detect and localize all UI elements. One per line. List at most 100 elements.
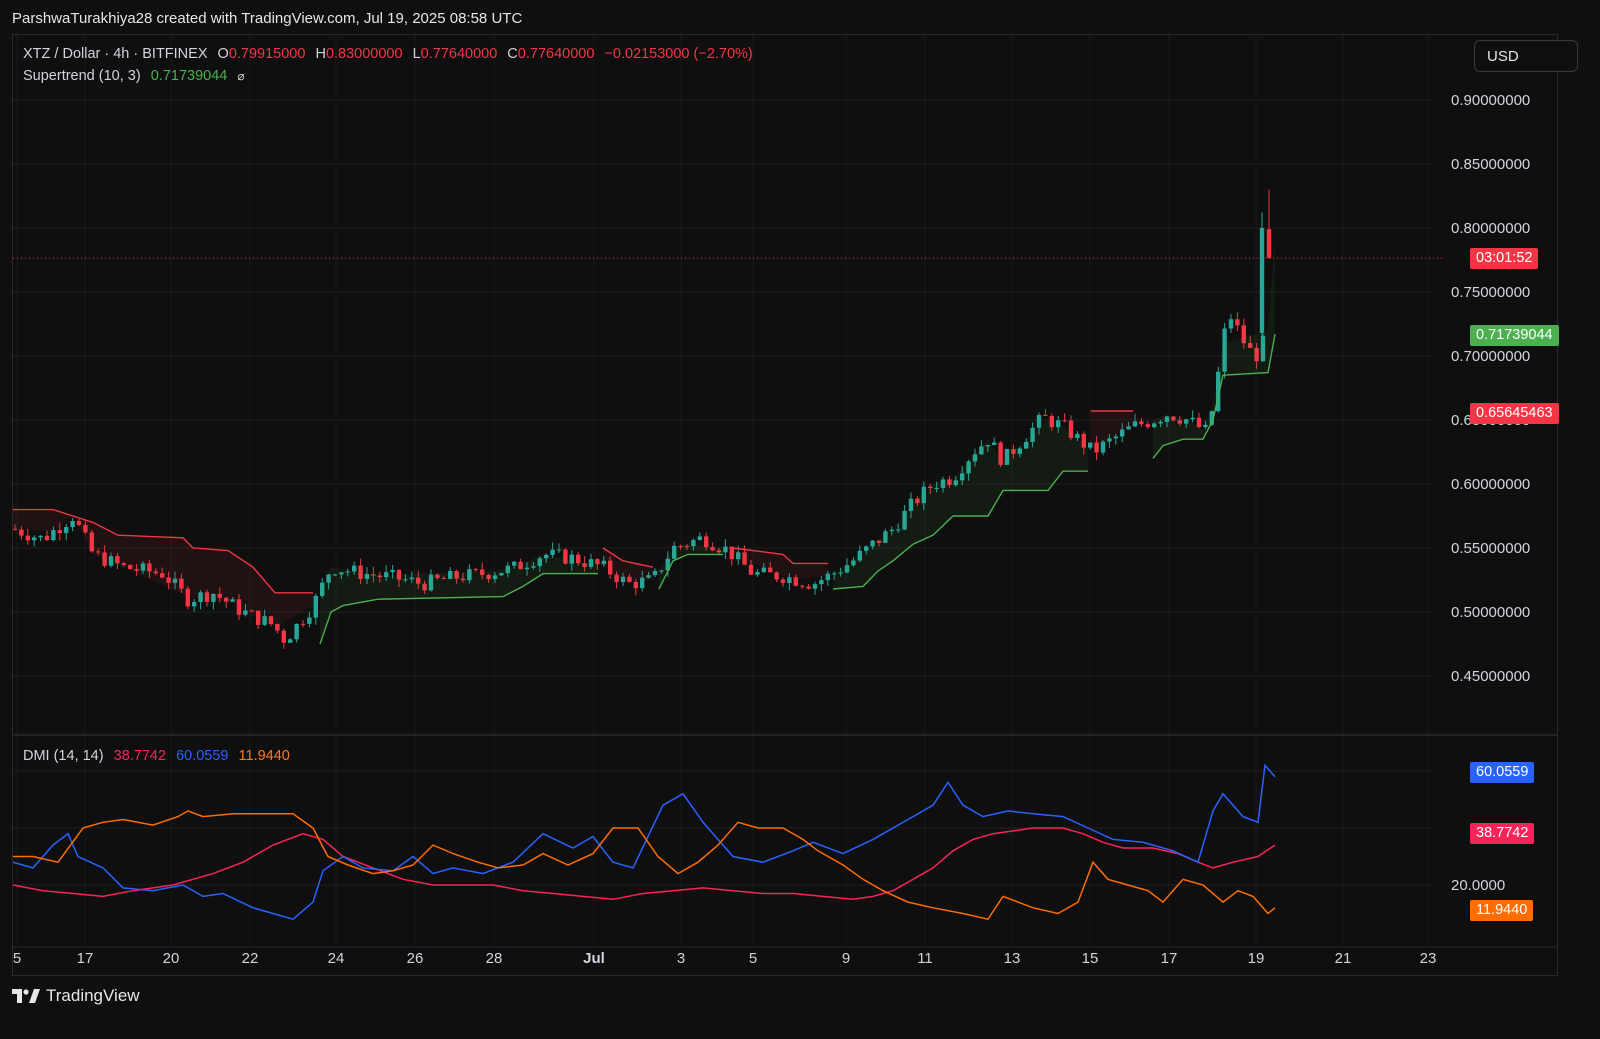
- hide-indicator-icon[interactable]: ⌀: [237, 69, 244, 83]
- dmi-y-tick-label: 20.0000: [1451, 877, 1505, 894]
- chart-panel[interactable]: 0.90000000 0.85000000 0.80000000 0.75000000…: [12, 34, 1558, 976]
- x-tick-label: 20: [163, 950, 180, 967]
- candle-body[interactable]: [595, 559, 600, 565]
- candle-body[interactable]: [697, 536, 702, 540]
- low-label: L: [412, 46, 421, 62]
- high-label: H: [315, 46, 326, 62]
- candle-body[interactable]: [19, 529, 24, 536]
- candle-body[interactable]: [633, 581, 638, 589]
- tradingview-logo[interactable]: TradingView: [12, 986, 140, 1006]
- candle-body[interactable]: [192, 601, 197, 607]
- x-tick-label: 15: [1082, 950, 1099, 967]
- candle-body[interactable]: [57, 530, 62, 534]
- candle-body[interactable]: [512, 561, 517, 566]
- candle-body[interactable]: [755, 571, 760, 575]
- candle-body[interactable]: [723, 546, 728, 553]
- candle-body[interactable]: [307, 617, 312, 624]
- candle-body[interactable]: [1132, 421, 1138, 427]
- candle-body[interactable]: [70, 521, 75, 528]
- candle-body[interactable]: [1139, 421, 1144, 425]
- x-tick-label: Jul: [583, 950, 605, 967]
- supertrend-price-tag: 0.71739044: [1470, 325, 1559, 346]
- dmi-plus-di-value: 60.0559: [176, 748, 229, 764]
- y-tick-label: 0.60000000: [1451, 476, 1530, 493]
- chart-canvas[interactable]: 0.90000000 0.85000000 0.80000000 0.75000000…: [13, 35, 1557, 975]
- plus-di-tag: 60.0559: [1470, 762, 1535, 783]
- currency-button[interactable]: USD: [1474, 40, 1578, 72]
- candle-body[interactable]: [1196, 417, 1202, 428]
- candle-body[interactable]: [1259, 228, 1265, 333]
- candle-body[interactable]: [1036, 414, 1042, 428]
- candle-body[interactable]: [281, 630, 286, 643]
- x-tick-label: 19: [1248, 950, 1265, 967]
- adx-line[interactable]: [13, 827, 1276, 901]
- dmi-pane[interactable]: [13, 763, 1433, 921]
- candle-body[interactable]: [1190, 417, 1195, 420]
- candle-body[interactable]: [390, 569, 395, 573]
- candle-body[interactable]: [352, 565, 357, 572]
- dmi-minus-di-value: 11.9440: [238, 748, 290, 764]
- close-label: C: [507, 46, 518, 62]
- candle-body[interactable]: [748, 564, 754, 575]
- y-tick-label: 0.45000000: [1451, 668, 1530, 685]
- close-value: 0.77640000: [517, 46, 595, 62]
- y-tick-label: 0.50000000: [1451, 604, 1530, 621]
- candle-body[interactable]: [1145, 424, 1150, 428]
- tradingview-logo-icon: [12, 989, 40, 1003]
- supertrend-legend[interactable]: Supertrend (10, 3) 0.71739044 ⌀: [23, 68, 251, 84]
- supertrend-up-fill: [833, 419, 1088, 589]
- x-tick-label: 5: [13, 950, 21, 967]
- countdown-tag: 03:01:52: [1470, 248, 1539, 269]
- y-tick-label: 0.85000000: [1451, 156, 1530, 173]
- dmi-legend[interactable]: DMI (14, 14) 38.7742 60.0559 11.9440: [23, 748, 296, 764]
- candle-body[interactable]: [556, 549, 562, 551]
- y-tick-label: 0.75000000: [1451, 284, 1530, 301]
- change-value: −0.02153000 (−2.70%): [604, 46, 753, 62]
- x-tick-label: 22: [242, 950, 259, 967]
- candle-body[interactable]: [294, 623, 299, 640]
- candle-body[interactable]: [992, 442, 997, 445]
- candle-body[interactable]: [652, 570, 658, 576]
- candle-body[interactable]: [32, 537, 37, 541]
- candle-body[interactable]: [1235, 319, 1240, 326]
- candle-body[interactable]: [819, 580, 824, 585]
- y-tick-label: 0.90000000: [1451, 92, 1530, 109]
- candle-body[interactable]: [1062, 420, 1067, 422]
- high-value: 0.83000000: [325, 46, 403, 62]
- symbol-name[interactable]: XTZ / Dollar · 4h · BITFINEX: [23, 46, 208, 62]
- supertrend-down-fill: [1091, 411, 1133, 451]
- plus-di-line[interactable]: [13, 763, 1276, 921]
- x-tick-label: 23: [1420, 950, 1437, 967]
- open-value: 0.79915000: [228, 46, 306, 62]
- candle-body[interactable]: [300, 623, 306, 625]
- candle-body[interactable]: [1228, 319, 1234, 329]
- candle-body[interactable]: [800, 585, 805, 587]
- dmi-adx-value: 38.7742: [113, 748, 167, 764]
- x-tick-label: 11: [917, 950, 933, 967]
- candle-body[interactable]: [812, 584, 818, 589]
- candle-body[interactable]: [473, 569, 478, 571]
- candle-body[interactable]: [51, 530, 56, 541]
- candle-body[interactable]: [806, 586, 811, 589]
- candle-body[interactable]: [38, 535, 43, 538]
- adx-tag: 38.7742: [1470, 823, 1535, 844]
- candle-body[interactable]: [25, 535, 30, 541]
- x-tick-label: 26: [407, 950, 424, 967]
- y-tick-label: 0.70000000: [1451, 348, 1530, 365]
- candle-body[interactable]: [550, 549, 555, 555]
- supertrend-value: 0.71739044: [150, 68, 228, 84]
- candle-body[interactable]: [313, 595, 318, 618]
- candle-body[interactable]: [1043, 414, 1048, 416]
- supertrend-label[interactable]: Supertrend (10, 3): [23, 68, 141, 84]
- x-tick-label: 28: [486, 950, 503, 967]
- candle-body[interactable]: [288, 639, 293, 643]
- supertrend-up-fill: [1153, 240, 1275, 459]
- dmi-label[interactable]: DMI (14, 14): [23, 748, 104, 764]
- candle-body[interactable]: [44, 535, 50, 541]
- x-tick-label: 13: [1004, 950, 1021, 967]
- last-price-tag: 0.65645463: [1470, 403, 1559, 424]
- candle-body[interactable]: [1266, 229, 1272, 259]
- brand-name: TradingView: [46, 986, 140, 1005]
- candle-body[interactable]: [780, 579, 786, 583]
- candle-body[interactable]: [64, 527, 69, 534]
